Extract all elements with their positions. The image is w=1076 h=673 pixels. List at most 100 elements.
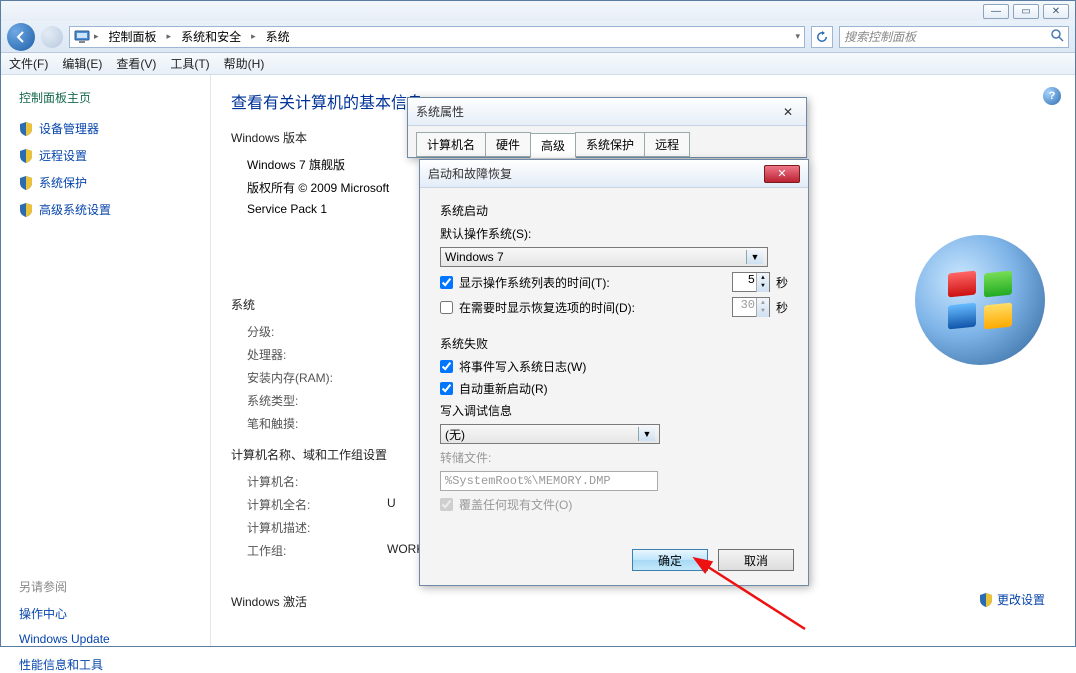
tab-remote[interactable]: 远程 [644, 132, 690, 157]
section-activation: Windows 激活 [231, 593, 1045, 610]
label-show-os-list: 显示操作系统列表的时间(T): [459, 274, 610, 291]
menu-file[interactable]: 文件(F) [9, 55, 48, 72]
menu-view[interactable]: 查看(V) [116, 55, 156, 72]
label-full-name: 计算机全名: [247, 496, 387, 513]
default-os-combo[interactable]: Windows 7 ▼ [440, 247, 768, 267]
chevron-down-icon[interactable]: ▾ [795, 31, 800, 42]
label-description: 计算机描述: [247, 519, 387, 536]
cancel-button[interactable]: 取消 [718, 549, 794, 571]
sysprop-title: 系统属性 [416, 103, 464, 120]
label-write-log: 将事件写入系统日志(W) [459, 358, 586, 375]
nav-forward-button[interactable] [41, 26, 63, 48]
menu-edit[interactable]: 编辑(E) [62, 55, 102, 72]
computer-icon [74, 29, 90, 45]
label-system-type: 系统类型: [247, 392, 387, 409]
startup-close-button[interactable]: ✕ [764, 165, 800, 183]
menu-bar: 文件(F) 编辑(E) 查看(V) 工具(T) 帮助(H) [1, 53, 1075, 75]
crumb-system[interactable]: 系统 [260, 27, 296, 47]
sidebar: 控制面板主页 设备管理器 远程设置 系统保护 高级系统设置 另请参阅 操作中心 … [1, 75, 211, 646]
unit-seconds: 秒 [776, 274, 788, 291]
checkbox-auto-restart[interactable] [440, 382, 453, 395]
label-computer-name: 计算机名: [247, 473, 387, 490]
chevron-right-icon: ▸ [251, 31, 256, 42]
shield-icon [19, 176, 33, 190]
sidebar-remote-settings[interactable]: 远程设置 [19, 147, 192, 164]
seealso-action-center[interactable]: 操作中心 [19, 605, 192, 622]
control-panel-home-link[interactable]: 控制面板主页 [19, 89, 192, 106]
help-icon[interactable]: ? [1043, 87, 1061, 105]
group-system-failure: 系统失败 将事件写入系统日志(W) 自动重新启动(R) 写入调试信息 (无) ▼… [440, 335, 788, 513]
search-placeholder: 搜索控制面板 [844, 28, 916, 45]
label-dump-file: 转储文件: [440, 449, 491, 466]
seealso-windows-update[interactable]: Windows Update [19, 632, 192, 646]
sidebar-device-manager[interactable]: 设备管理器 [19, 120, 192, 137]
see-also-heading: 另请参阅 [19, 578, 192, 595]
service-pack-value: Service Pack 1 [247, 202, 327, 216]
address-bar: ▸ 控制面板 ▸ 系统和安全 ▸ 系统 ▾ 搜索控制面板 [1, 21, 1075, 53]
spinner-recovery-time: 30 [732, 297, 770, 317]
windows-logo-icon [915, 235, 1045, 365]
label-ram: 安装内存(RAM): [247, 369, 387, 386]
checkbox-write-log[interactable] [440, 360, 453, 373]
search-icon [1051, 29, 1064, 45]
close-button[interactable]: ✕ [1043, 4, 1069, 19]
shield-icon [19, 122, 33, 136]
chevron-right-icon: ▸ [167, 31, 172, 42]
system-properties-dialog: 系统属性 ✕ 计算机名 硬件 高级 系统保护 远程 [407, 97, 807, 158]
edition-value: Windows 7 旗舰版 [247, 156, 345, 173]
tab-computer-name[interactable]: 计算机名 [416, 132, 486, 157]
startup-title: 启动和故障恢复 [428, 165, 512, 182]
refresh-button[interactable] [811, 26, 833, 48]
label-default-os: 默认操作系统(S): [440, 225, 531, 242]
copyright-value: 版权所有 © 2009 Microsoft [247, 179, 389, 196]
menu-help[interactable]: 帮助(H) [224, 55, 265, 72]
menu-tools[interactable]: 工具(T) [170, 55, 209, 72]
tab-hardware[interactable]: 硬件 [485, 132, 531, 157]
crumb-control-panel[interactable]: 控制面板 [103, 27, 163, 47]
label-processor: 处理器: [247, 346, 387, 363]
sidebar-system-protection[interactable]: 系统保护 [19, 174, 192, 191]
shield-icon [979, 593, 993, 607]
chevron-right-icon: ▸ [94, 31, 99, 42]
change-settings-link[interactable]: 更改设置 [979, 591, 1045, 608]
group-title-startup: 系统启动 [440, 202, 788, 219]
label-overwrite: 覆盖任何现有文件(O) [459, 496, 572, 513]
sysprop-tabs: 计算机名 硬件 高级 系统保护 远程 [408, 126, 806, 157]
startup-recovery-dialog: 启动和故障恢复 ✕ 系统启动 默认操作系统(S): Windows 7 ▼ 显示… [419, 159, 809, 586]
value-full-name: U [387, 496, 396, 513]
unit-seconds: 秒 [776, 299, 788, 316]
label-debug-info: 写入调试信息 [440, 402, 512, 419]
label-pen-touch: 笔和触摸: [247, 415, 387, 432]
ok-button[interactable]: 确定 [632, 549, 708, 571]
checkbox-show-os-list[interactable] [440, 276, 453, 289]
maximize-button[interactable]: ▭ [1013, 4, 1039, 19]
nav-back-button[interactable] [7, 23, 35, 51]
chevron-down-icon: ▼ [638, 427, 655, 441]
tab-advanced[interactable]: 高级 [530, 133, 576, 158]
checkbox-show-recovery[interactable] [440, 301, 453, 314]
label-show-recovery: 在需要时显示恢复选项的时间(D): [459, 299, 635, 316]
breadcrumb[interactable]: ▸ 控制面板 ▸ 系统和安全 ▸ 系统 ▾ [69, 26, 805, 48]
crumb-system-security[interactable]: 系统和安全 [175, 27, 247, 47]
debug-info-combo[interactable]: (无) ▼ [440, 424, 660, 444]
group-system-startup: 系统启动 默认操作系统(S): Windows 7 ▼ 显示操作系统列表的时间(… [440, 202, 788, 317]
sysprop-titlebar[interactable]: 系统属性 ✕ [408, 98, 806, 126]
shield-icon [19, 149, 33, 163]
sysprop-close-icon[interactable]: ✕ [778, 104, 798, 120]
checkbox-overwrite [440, 498, 453, 511]
startup-titlebar[interactable]: 启动和故障恢复 ✕ [420, 160, 808, 188]
window-titlebar: — ▭ ✕ [1, 1, 1075, 21]
chevron-down-icon: ▼ [746, 250, 763, 264]
seealso-performance[interactable]: 性能信息和工具 [19, 656, 192, 673]
shield-icon [19, 203, 33, 217]
group-title-failure: 系统失败 [440, 335, 788, 352]
tab-system-protection[interactable]: 系统保护 [575, 132, 645, 157]
label-auto-restart: 自动重新启动(R) [459, 380, 548, 397]
dump-file-input: %SystemRoot%\MEMORY.DMP [440, 471, 658, 491]
label-rating: 分级: [247, 323, 387, 340]
spinner-os-list-time[interactable]: 5 [732, 272, 770, 292]
search-input[interactable]: 搜索控制面板 [839, 26, 1069, 48]
label-workgroup: 工作组: [247, 542, 387, 559]
sidebar-advanced-settings[interactable]: 高级系统设置 [19, 201, 192, 218]
minimize-button[interactable]: — [983, 4, 1009, 19]
